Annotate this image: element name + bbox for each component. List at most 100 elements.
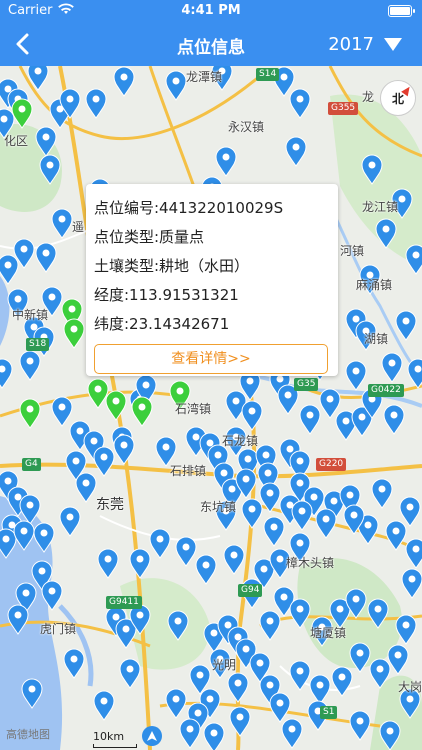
- map-pin[interactable]: [309, 674, 331, 705]
- map-pin[interactable]: [371, 478, 393, 509]
- map-pin[interactable]: [229, 706, 251, 737]
- map-pin[interactable]: [129, 548, 151, 579]
- map-pin[interactable]: [269, 692, 291, 723]
- map-pin-dot: [92, 95, 100, 103]
- map-pin[interactable]: [175, 536, 197, 567]
- map-pin-dot: [34, 67, 42, 75]
- map-pin[interactable]: [51, 396, 73, 427]
- road-shield: G94: [238, 584, 263, 597]
- map-pin[interactable]: [19, 350, 41, 381]
- navigation-arrow-icon[interactable]: [142, 726, 162, 746]
- place-label: 遥: [72, 220, 85, 234]
- map-pin-dot: [356, 649, 364, 657]
- map-pin[interactable]: [241, 400, 263, 431]
- map-pin[interactable]: [97, 548, 119, 579]
- map-pin-dot: [230, 551, 238, 559]
- map-pin[interactable]: [93, 690, 115, 721]
- map-pin[interactable]: [395, 614, 417, 645]
- map-pin-dot: [352, 315, 360, 323]
- map-pin[interactable]: [285, 136, 307, 167]
- map-pin[interactable]: [383, 404, 405, 435]
- map-pin[interactable]: [381, 352, 403, 383]
- map-pin[interactable]: [401, 568, 422, 599]
- map-pin[interactable]: [405, 538, 422, 569]
- map-pin[interactable]: [131, 396, 153, 427]
- map-pin[interactable]: [385, 520, 407, 551]
- map-pin[interactable]: [345, 360, 367, 391]
- map-pin[interactable]: [405, 244, 422, 275]
- map-pin-dot: [76, 427, 84, 435]
- map-pin-dot: [224, 621, 232, 629]
- map-pin[interactable]: [263, 516, 285, 547]
- map-pin[interactable]: [51, 208, 73, 239]
- map-pin[interactable]: [11, 98, 33, 129]
- map-pin-dot: [412, 545, 420, 553]
- point-type: 点位类型:质量点: [94, 228, 205, 246]
- map-pin[interactable]: [291, 500, 313, 531]
- map-pin[interactable]: [195, 554, 217, 585]
- map-pin-dot: [42, 249, 50, 257]
- map-pin[interactable]: [19, 398, 41, 429]
- map-pin-dot: [296, 667, 304, 675]
- map-pin[interactable]: [241, 498, 263, 529]
- map-pin[interactable]: [259, 610, 281, 641]
- map-pin-dot: [232, 397, 240, 405]
- map-pin[interactable]: [179, 718, 201, 749]
- place-label: 塘厦镇: [310, 626, 347, 640]
- point-info-popup: 点位编号:441322010029S 点位类型:质量点 土壤类型:耕地（水田） …: [86, 184, 338, 376]
- map-pin[interactable]: [399, 496, 421, 527]
- map-pin[interactable]: [93, 446, 115, 477]
- map-pin[interactable]: [0, 358, 13, 389]
- map-pin[interactable]: [63, 648, 85, 679]
- map-pin[interactable]: [85, 88, 107, 119]
- year-selector[interactable]: 2017: [328, 28, 402, 60]
- map-pin-dot: [192, 433, 200, 441]
- map-pin[interactable]: [35, 242, 57, 273]
- map-pin-dot: [58, 403, 66, 411]
- map-pin-dot: [42, 133, 50, 141]
- map-pin-dot: [306, 411, 314, 419]
- place-label: 中新镇: [12, 308, 49, 322]
- scale-bar: 10km: [93, 730, 137, 748]
- map-pin-dot: [220, 469, 228, 477]
- map-pin[interactable]: [0, 254, 19, 285]
- map-pin[interactable]: [113, 66, 135, 97]
- view-details-button[interactable]: 查看详情>>: [94, 344, 328, 374]
- map-pin[interactable]: [149, 528, 171, 559]
- map-pin[interactable]: [223, 544, 245, 575]
- map-pin-dot: [276, 375, 284, 383]
- map-pin[interactable]: [215, 146, 237, 177]
- map-pin[interactable]: [395, 310, 417, 341]
- map-pin[interactable]: [165, 688, 187, 719]
- map-pin[interactable]: [59, 506, 81, 537]
- map-pin[interactable]: [299, 404, 321, 435]
- map-pin-dot: [330, 497, 338, 505]
- map-pin[interactable]: [165, 70, 187, 101]
- map-pin[interactable]: [281, 718, 303, 749]
- map-pin[interactable]: [75, 472, 97, 503]
- map-pin-dot: [126, 665, 134, 673]
- map-pin[interactable]: [289, 660, 311, 691]
- map-pin[interactable]: [87, 378, 109, 409]
- map-pin[interactable]: [407, 358, 422, 389]
- map-pin[interactable]: [105, 390, 127, 421]
- map-pin[interactable]: [119, 658, 141, 689]
- map-pin[interactable]: [227, 672, 249, 703]
- map-pin-dot: [14, 295, 22, 303]
- map-pin[interactable]: [319, 388, 341, 419]
- longitude: 经度:113.91531321: [94, 286, 239, 304]
- map-view[interactable]: 龙潭镇 永汉镇 龙江镇 河镇 麻涌镇 湖镇 中新镇 化区 遥 石湾镇 石排镇 东…: [0, 66, 422, 750]
- map-pin[interactable]: [387, 644, 409, 675]
- map-pin[interactable]: [349, 710, 371, 741]
- map-pin[interactable]: [113, 434, 135, 465]
- map-pin[interactable]: [331, 666, 353, 697]
- map-pin[interactable]: [289, 88, 311, 119]
- map-pin-dot: [210, 729, 218, 737]
- map-pin[interactable]: [63, 318, 85, 349]
- place-label: 河镇: [340, 244, 365, 258]
- map-pin[interactable]: [315, 508, 337, 539]
- map-pin-dot: [176, 387, 184, 395]
- map-pin-dot: [2, 535, 10, 543]
- place-label: 湖镇: [364, 332, 389, 346]
- compass-icon[interactable]: 北: [380, 80, 416, 116]
